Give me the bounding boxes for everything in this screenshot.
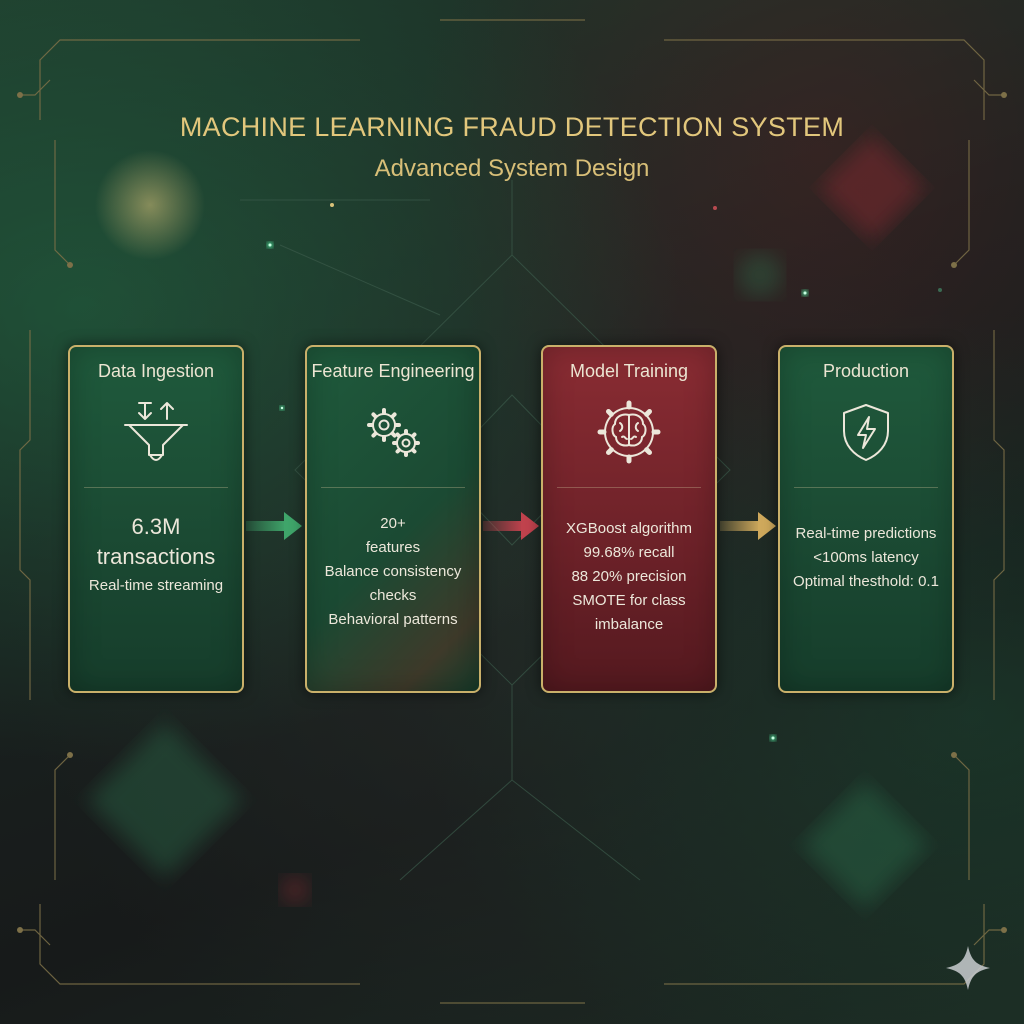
stage-line: SMOTE for class bbox=[572, 592, 686, 609]
stage-line: 99.68% recall bbox=[583, 544, 675, 561]
card-divider bbox=[557, 487, 701, 488]
stage-body: XGBoost algorithm 99.68% recall 88 20% p… bbox=[547, 517, 711, 637]
stage-card-model-training: Model Training XGBoost algorithm 99.68% … bbox=[541, 345, 717, 693]
stage-line: <100ms latency bbox=[813, 549, 919, 566]
shield-lightning-icon bbox=[843, 404, 889, 461]
card-divider bbox=[321, 487, 465, 488]
stage-line: 20+ bbox=[380, 515, 406, 532]
stage-body: 20+ features Balance consistency checks … bbox=[311, 512, 475, 632]
stage-line: 88 20% precision bbox=[571, 568, 687, 585]
stage-line: Behavioral patterns bbox=[328, 611, 458, 628]
stage-card-data-ingestion: Data Ingestion 6.3M transactions Real-ti… bbox=[68, 345, 244, 693]
diagram-title: MACHINE LEARNING FRAUD DETECTION SYSTEM bbox=[179, 112, 845, 142]
card-divider bbox=[84, 487, 228, 488]
stage-stat-label: transactions bbox=[96, 544, 216, 569]
stage-title: Model Training bbox=[569, 361, 689, 381]
stage-line: Balance consistency checks bbox=[324, 563, 462, 604]
stage-line: XGBoost algorithm bbox=[566, 520, 692, 537]
stage-body: 6.3M transactions Real-time streaming bbox=[74, 512, 238, 598]
flow-arrow-1 bbox=[246, 512, 302, 540]
stage-title: Feature Engineering bbox=[311, 361, 475, 381]
infographic-canvas: MACHINE LEARNING FRAUD DETECTION SYSTEM … bbox=[0, 0, 1024, 1024]
stage-line: Real-time predictions bbox=[795, 525, 937, 542]
card-divider bbox=[794, 487, 938, 488]
diagram-subtitle: Advanced System Design bbox=[374, 155, 650, 182]
flow-arrow-2 bbox=[483, 512, 539, 540]
stage-line: features bbox=[365, 539, 421, 556]
gears-icon bbox=[367, 408, 420, 457]
stage-stat-value: 6.3M bbox=[131, 514, 181, 539]
flow-arrow-3 bbox=[720, 512, 776, 540]
glow-blob bbox=[738, 253, 782, 297]
stage-body: Real-time predictions <100ms latency Opt… bbox=[784, 522, 948, 594]
glow-blob bbox=[281, 876, 309, 904]
stage-card-feature-engineering: Feature Engineering 20+ features Balance… bbox=[305, 345, 481, 693]
stage-line: Optimal thesthold: 0.1 bbox=[793, 573, 939, 590]
stage-card-production: Production Real-time predictions <100ms … bbox=[778, 345, 954, 693]
stage-line: Real-time streaming bbox=[88, 577, 224, 594]
red-diamond-blur bbox=[818, 134, 926, 241]
stage-line: imbalance bbox=[594, 616, 664, 633]
green-diamond-blur bbox=[801, 781, 929, 909]
stage-title: Production bbox=[822, 361, 910, 381]
funnel-arrows-icon bbox=[124, 402, 188, 461]
stage-title: Data Ingestion bbox=[97, 361, 215, 381]
green-diamond-blur bbox=[87, 722, 243, 878]
brain-gear-icon bbox=[597, 400, 661, 464]
